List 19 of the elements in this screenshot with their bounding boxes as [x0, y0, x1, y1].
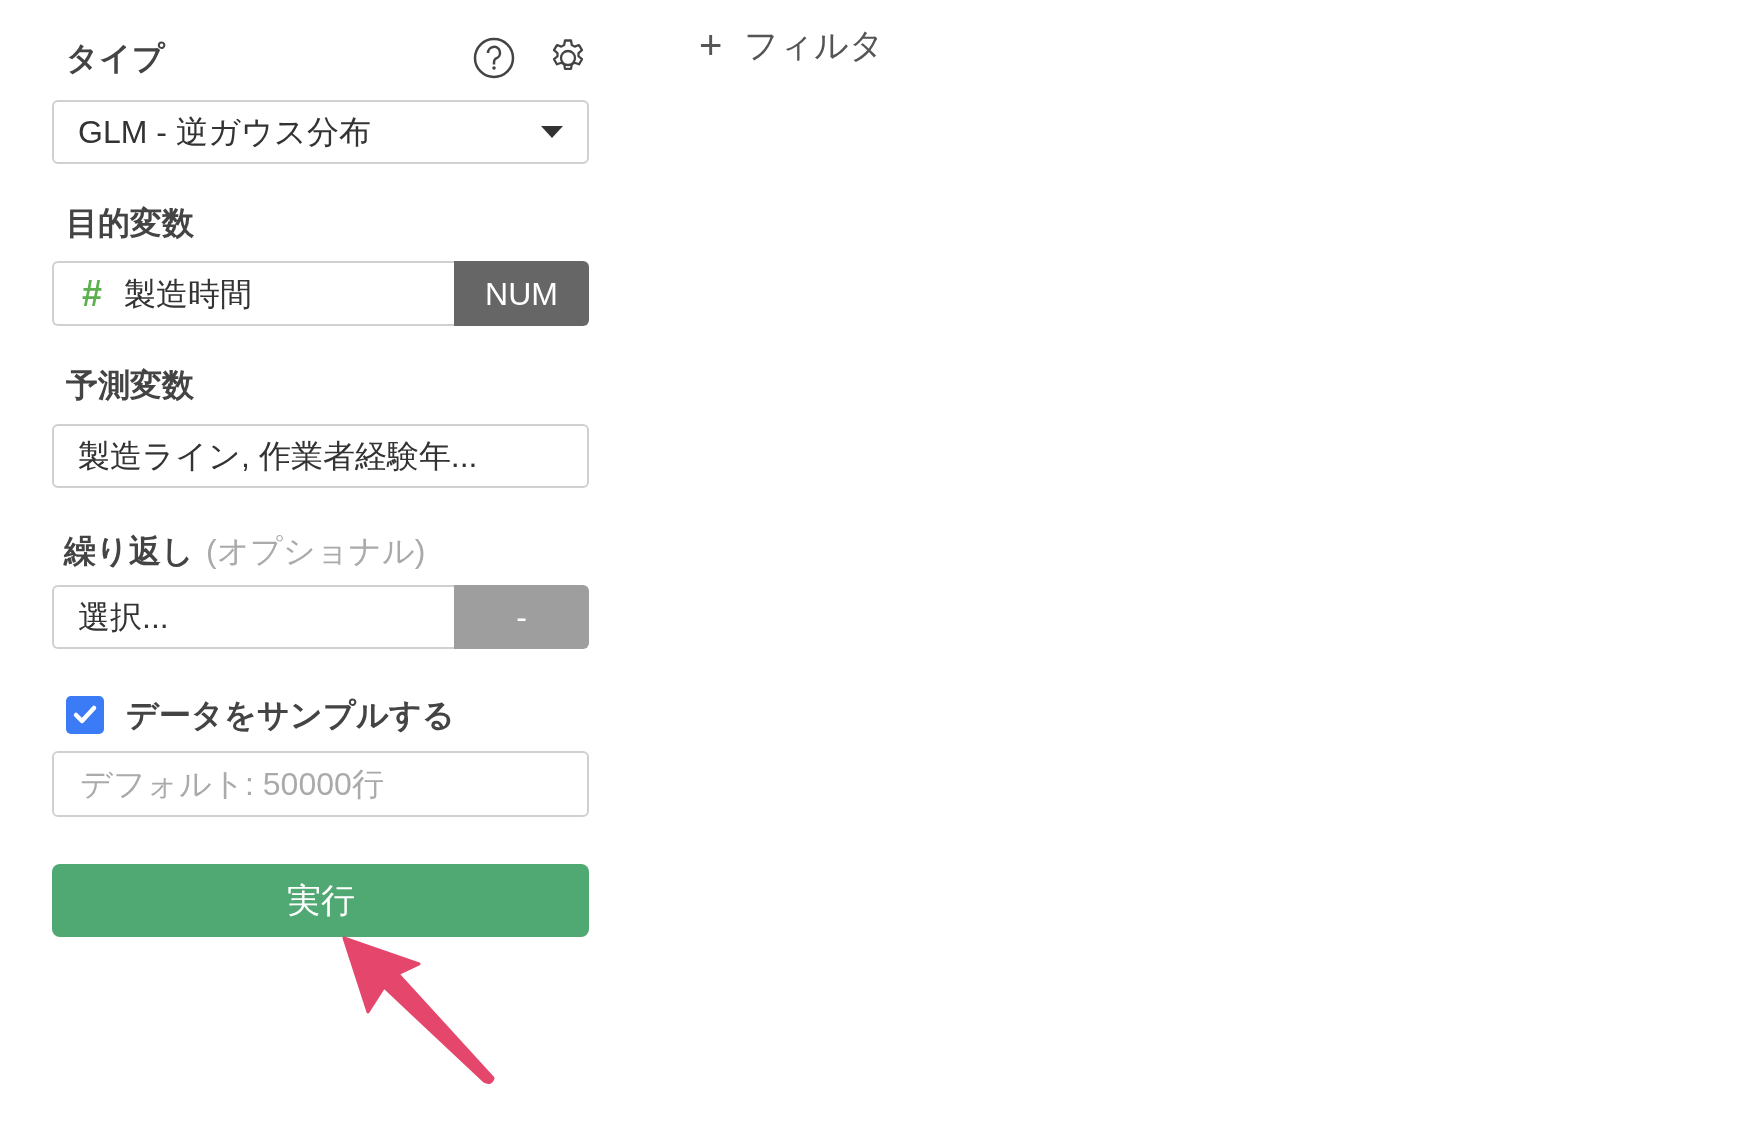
checkbox-label: データをサンプルする: [126, 696, 455, 735]
type-badge: NUM: [454, 261, 589, 326]
predictor-variables-field[interactable]: 製造ライン, 作業者経験年...: [52, 424, 589, 488]
sample-size-input[interactable]: デフォルト: 50000行: [52, 751, 589, 817]
optional-hint: (オプショナル): [206, 532, 426, 571]
variable-name: 製造時間: [124, 274, 253, 314]
checkbox[interactable]: [66, 696, 104, 734]
add-filter-button[interactable]: + フィルタ: [699, 22, 885, 68]
field-label: タイプ: [66, 39, 165, 78]
field-label: 予測変数: [66, 366, 195, 405]
field-label: 繰り返し: [64, 532, 194, 571]
caret-icon: [541, 126, 563, 138]
repeat-select-field[interactable]: 選択...: [52, 585, 454, 649]
field-label: 目的変数: [66, 204, 195, 243]
type-badge: -: [454, 585, 589, 649]
type-dropdown[interactable]: GLM - 逆ガウス分布: [52, 100, 589, 164]
number-type-icon: #: [82, 266, 103, 321]
target-variable-field[interactable]: # 製造時間: [52, 261, 454, 326]
help-icon[interactable]: [473, 37, 515, 79]
